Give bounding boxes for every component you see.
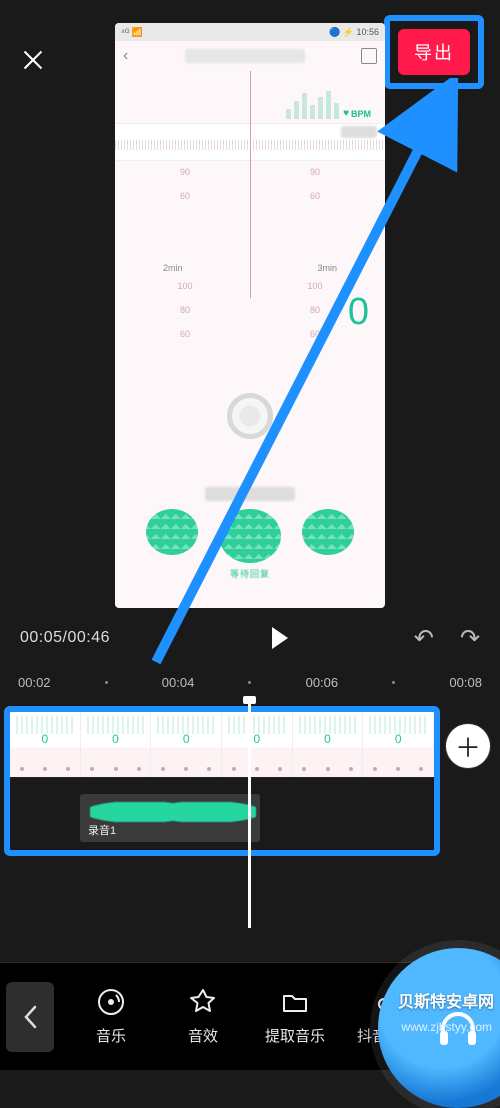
tool-music[interactable]: 音乐 xyxy=(68,987,154,1046)
tool-sound-effect[interactable]: 音效 xyxy=(160,987,246,1046)
audio-waveform-icon xyxy=(90,802,256,822)
folder-icon xyxy=(280,987,310,1017)
audio-clip-label: 录音1 xyxy=(88,822,116,838)
frame-zero: 0 xyxy=(183,732,190,746)
preview-title-blurred xyxy=(185,49,305,63)
close-button[interactable] xyxy=(16,43,50,77)
undo-button[interactable]: ↶ xyxy=(414,624,434,653)
scale-tick: 90 xyxy=(310,167,320,177)
export-button[interactable]: 导出 xyxy=(398,29,470,75)
tool-extract-music[interactable]: 提取音乐 xyxy=(252,987,338,1046)
bpm-label: BPM xyxy=(351,109,371,119)
music-disc-icon xyxy=(96,987,126,1017)
heart-icon: ♥ xyxy=(343,108,349,119)
record-circle-icon xyxy=(227,393,273,439)
big-zero-value: 0 xyxy=(348,291,369,334)
frame-zero: 0 xyxy=(395,732,402,746)
back-button[interactable] xyxy=(6,982,54,1052)
ruler-dot xyxy=(248,681,251,684)
timeline-annotation-box: 0 0 0 0 0 0 ＋ 录音1 xyxy=(4,706,440,856)
ruler-dot xyxy=(392,681,395,684)
bpm-bars-icon xyxy=(286,89,339,119)
tool-label: 音效 xyxy=(188,1025,218,1046)
status-right: 🔵 ⚡ 10:56 xyxy=(329,27,379,38)
preview-back-icon: ‹ xyxy=(123,47,128,65)
scale-tick: 80 xyxy=(310,305,320,315)
ruler-tick: 00:06 xyxy=(306,675,339,690)
ruler-tick: 00:08 xyxy=(449,675,482,690)
star-icon xyxy=(188,987,218,1017)
scale-tick: 80 xyxy=(180,305,190,315)
tool-label: 音乐 xyxy=(96,1025,126,1046)
frame-zero: 0 xyxy=(254,732,261,746)
status-left: ⁴ᴳ 📶 xyxy=(121,27,143,38)
video-preview: ⁴ᴳ 📶 🔵 ⚡ 10:56 ‹ ♥ BPM 90 60 90 60 xyxy=(115,23,385,608)
playhead[interactable] xyxy=(248,698,251,928)
scale-tick: 100 xyxy=(177,281,192,291)
minute-label: 3min xyxy=(317,263,337,273)
tool-label: 提取音乐 xyxy=(265,1025,325,1046)
tool-label: 抖音收藏 xyxy=(357,1025,417,1046)
bottom-toolbar: 音乐 音效 提取音乐 抖音收藏 xyxy=(0,962,500,1070)
ruler-dot xyxy=(105,681,108,684)
add-clip-button[interactable]: ＋ xyxy=(446,724,490,768)
tool-douyin-fav[interactable]: 抖音收藏 xyxy=(344,987,430,1046)
scale-tick: 60 xyxy=(310,329,320,339)
scale-tick: 90 xyxy=(180,167,190,177)
frame-zero: 0 xyxy=(112,732,119,746)
preview-blurred-text xyxy=(205,487,295,501)
frame-zero: 0 xyxy=(324,732,331,746)
audio-clip[interactable]: 录音1 xyxy=(80,794,260,842)
redo-button[interactable]: ↶ xyxy=(460,624,480,653)
preview-subtext: 等待回复 xyxy=(115,567,385,580)
preview-action-dot xyxy=(146,509,198,555)
ruler-tick: 00:02 xyxy=(18,675,51,690)
tiktok-icon xyxy=(372,987,402,1017)
play-button[interactable] xyxy=(272,627,288,649)
scale-tick: 100 xyxy=(307,281,322,291)
minute-label: 2min xyxy=(163,263,183,273)
scale-tick: 60 xyxy=(180,191,190,201)
timeline-ruler[interactable]: 00:02 00:04 00:06 00:08 xyxy=(0,668,500,696)
preview-action-dot xyxy=(302,509,354,555)
ruler-tick: 00:04 xyxy=(162,675,195,690)
scale-tick: 60 xyxy=(310,191,320,201)
video-track[interactable]: 0 0 0 0 0 0 xyxy=(10,712,434,778)
scale-tick: 60 xyxy=(180,329,190,339)
playback-time: 00:05/00:46 xyxy=(20,629,110,647)
frame-zero: 0 xyxy=(41,732,48,746)
share-icon xyxy=(361,48,377,64)
export-annotation-box: 导出 xyxy=(384,15,484,89)
preview-action-dot xyxy=(219,509,281,563)
